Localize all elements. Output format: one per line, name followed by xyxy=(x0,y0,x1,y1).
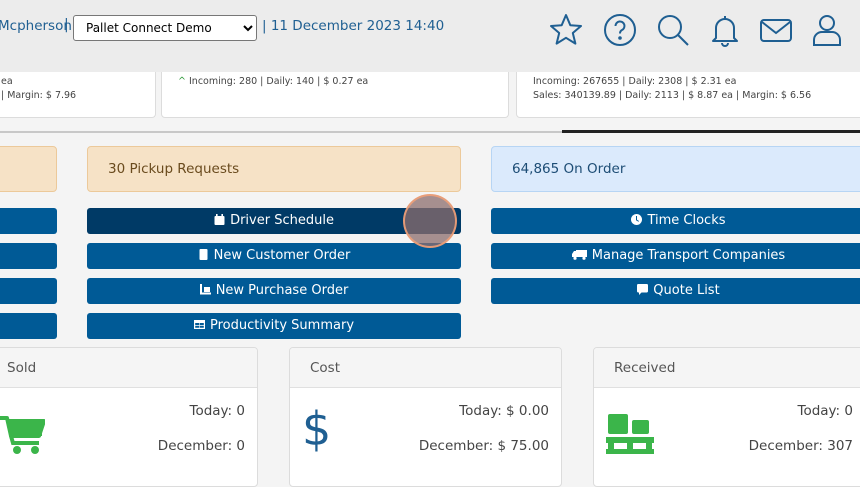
received-month: December: 307 xyxy=(748,438,853,454)
summary-card-line: Sales: 340139.89 | Daily: 2113 | $ 8.87 … xyxy=(533,90,812,101)
on-order-box[interactable]: 64,865 On Order xyxy=(491,146,860,192)
active-tab-indicator xyxy=(562,130,860,133)
trend-up-icon: ^ xyxy=(178,76,186,87)
productivity-summary-label: Productivity Summary xyxy=(209,318,355,333)
calendar-icon xyxy=(214,209,225,225)
sold-today: Today: 0 xyxy=(189,403,246,419)
summary-card-line: ^ Incoming: 280 | Daily: 140 | $ 0.27 ea xyxy=(178,76,368,87)
bell-icon[interactable] xyxy=(707,12,743,48)
partial-button[interactable] xyxy=(0,243,57,269)
time-clocks-button[interactable]: Time Clocks xyxy=(491,208,860,234)
cost-panel-title: Cost xyxy=(290,348,561,388)
truck-icon xyxy=(571,244,587,260)
manage-transport-button[interactable]: Manage Transport Companies xyxy=(491,243,860,269)
clock-icon xyxy=(631,209,643,225)
header-separator: | xyxy=(64,17,69,33)
cart-icon xyxy=(0,412,46,460)
summary-card: Incoming: 267655 | Daily: 2308 | $ 2.31 … xyxy=(516,72,860,118)
summary-card-text: Incoming: 280 | Daily: 140 | $ 0.27 ea xyxy=(189,76,369,87)
info-box-partial[interactable] xyxy=(0,146,57,192)
productivity-summary-button[interactable]: Productivity Summary xyxy=(87,313,461,339)
pallet-icon xyxy=(606,414,656,460)
top-bar: Mcpherson | Pallet Connect Demo | 11 Dec… xyxy=(0,0,860,72)
cost-today: Today: $ 0.00 xyxy=(459,403,549,419)
click-indicator xyxy=(403,194,457,248)
table-icon xyxy=(193,314,205,329)
quote-list-label: Quote List xyxy=(653,283,720,298)
partial-button[interactable] xyxy=(0,278,57,304)
user-name[interactable]: Mcpherson xyxy=(0,18,72,34)
summary-card-line: ea xyxy=(1,76,13,87)
help-icon[interactable] xyxy=(602,12,638,48)
driver-schedule-label: Driver Schedule xyxy=(230,213,334,228)
user-icon[interactable] xyxy=(809,12,845,48)
partial-button[interactable] xyxy=(0,208,57,234)
received-panel: Received Today: 0 December: 307 xyxy=(593,347,860,487)
received-panel-title: Received xyxy=(594,348,860,388)
quote-icon xyxy=(637,279,649,295)
sold-panel: Sold Today: 0 December: 0 xyxy=(0,347,258,487)
received-today: Today: 0 xyxy=(797,403,854,419)
summary-card: ^ Incoming: 280 | Daily: 140 | $ 0.27 ea xyxy=(161,72,509,118)
search-icon[interactable] xyxy=(655,12,691,48)
summary-card: ea | Margin: $ 7.96 xyxy=(0,72,156,118)
star-icon[interactable] xyxy=(548,12,584,48)
pickup-requests-box[interactable]: 30 Pickup Requests xyxy=(87,146,461,192)
header-datetime: | 11 December 2023 14:40 xyxy=(262,18,445,34)
new-customer-order-label: New Customer Order xyxy=(213,248,351,263)
document-icon xyxy=(198,244,209,260)
dollar-icon: $ xyxy=(302,402,332,456)
quote-list-button[interactable]: Quote List xyxy=(491,278,860,304)
cost-panel: Cost $ Today: $ 0.00 December: $ 75.00 xyxy=(289,347,562,487)
new-purchase-order-label: New Purchase Order xyxy=(215,283,349,298)
new-customer-order-button[interactable]: New Customer Order xyxy=(87,243,461,269)
time-clocks-label: Time Clocks xyxy=(647,213,726,228)
mail-icon[interactable] xyxy=(758,12,794,48)
manage-transport-label: Manage Transport Companies xyxy=(591,248,786,263)
summary-card-line: Incoming: 267655 | Daily: 2308 | $ 2.31 … xyxy=(533,76,737,87)
summary-card-line: | Margin: $ 7.96 xyxy=(1,90,77,101)
company-select[interactable]: Pallet Connect Demo xyxy=(73,15,257,41)
summary-cards-row: ea | Margin: $ 7.96 ^ Incoming: 280 | Da… xyxy=(0,72,860,132)
partial-button[interactable] xyxy=(0,313,57,339)
sold-panel-title: Sold xyxy=(0,348,257,388)
new-purchase-order-button[interactable]: New Purchase Order xyxy=(87,278,461,304)
sold-month: December: 0 xyxy=(157,438,245,454)
dolly-icon xyxy=(199,279,211,295)
cost-month: December: $ 75.00 xyxy=(418,438,549,454)
